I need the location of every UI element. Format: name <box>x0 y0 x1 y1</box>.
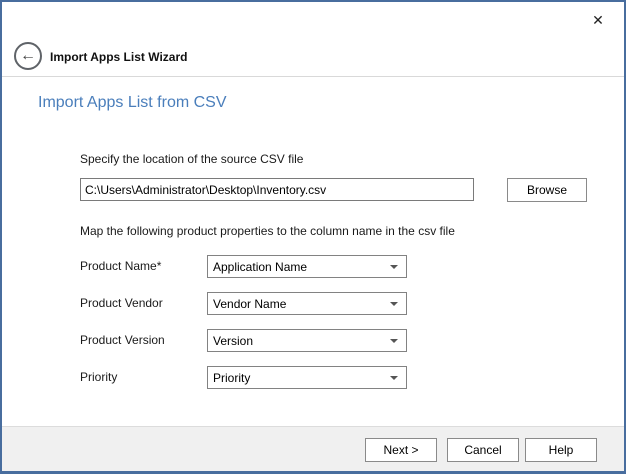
header-separator <box>2 76 624 77</box>
chevron-down-icon <box>390 302 398 306</box>
chevron-down-icon <box>390 339 398 343</box>
chevron-down-icon <box>390 376 398 380</box>
priority-label: Priority <box>80 370 117 384</box>
source-file-label: Specify the location of the source CSV f… <box>80 152 303 166</box>
product-vendor-dropdown[interactable]: Vendor Name <box>207 292 407 315</box>
page-title: Import Apps List from CSV <box>38 94 227 112</box>
priority-dropdown-value: Priority <box>213 371 390 385</box>
close-icon[interactable]: ✕ <box>586 8 610 32</box>
import-wizard-window: ✕ ← Import Apps List Wizard Import Apps … <box>0 0 626 474</box>
product-version-label: Product Version <box>80 333 165 347</box>
csv-path-input[interactable] <box>80 178 474 201</box>
back-button[interactable]: ← <box>14 42 42 70</box>
mapping-instruction-label: Map the following product properties to … <box>80 224 455 238</box>
product-version-dropdown[interactable]: Version <box>207 329 407 352</box>
chevron-down-icon <box>390 265 398 269</box>
help-button[interactable]: Help <box>525 438 597 462</box>
product-vendor-label: Product Vendor <box>80 296 163 310</box>
priority-dropdown[interactable]: Priority <box>207 366 407 389</box>
footer-bar: Next > Cancel Help <box>2 426 624 471</box>
browse-button[interactable]: Browse <box>507 178 587 202</box>
cancel-button[interactable]: Cancel <box>447 438 519 462</box>
product-name-dropdown[interactable]: Application Name <box>207 255 407 278</box>
product-name-dropdown-value: Application Name <box>213 260 390 274</box>
product-version-dropdown-value: Version <box>213 334 390 348</box>
wizard-title: Import Apps List Wizard <box>50 50 187 64</box>
product-name-label: Product Name* <box>80 259 161 273</box>
back-arrow-icon: ← <box>20 48 36 64</box>
next-button[interactable]: Next > <box>365 438 437 462</box>
product-vendor-dropdown-value: Vendor Name <box>213 297 390 311</box>
